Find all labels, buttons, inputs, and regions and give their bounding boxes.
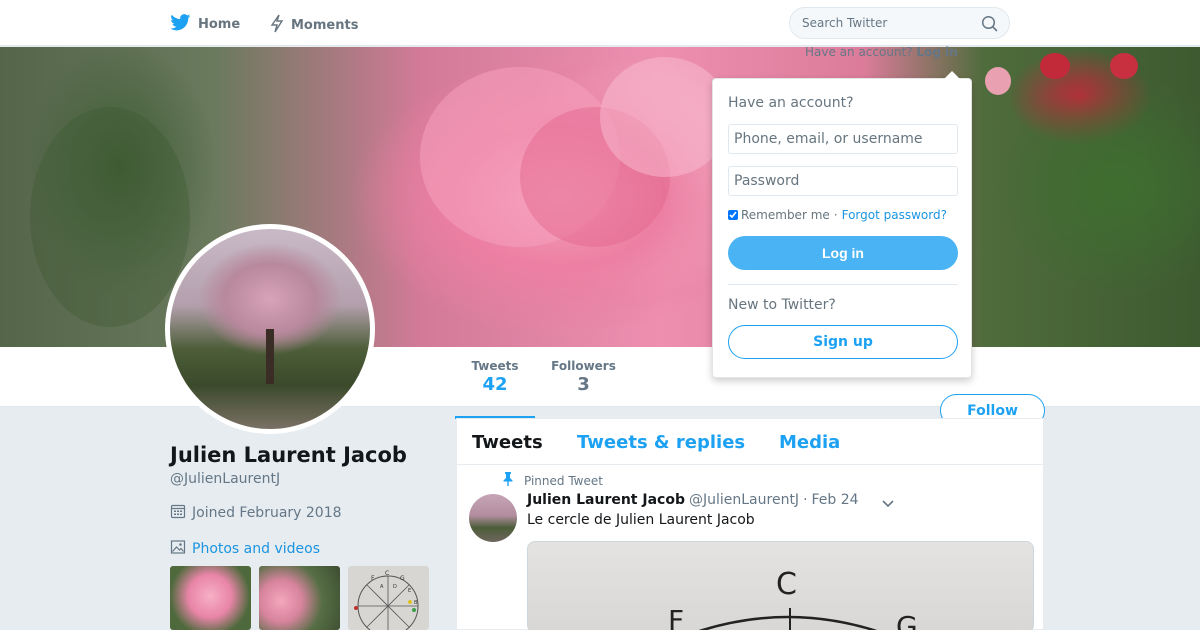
photo-thumbnail[interactable]: C F G D A E B [348,566,429,630]
photos-videos-link[interactable]: Photos and videos [170,539,320,559]
nav-moments-label: Moments [291,18,359,33]
password-field[interactable] [728,166,958,196]
nav-home-label: Home [198,17,241,32]
remember-me-label[interactable]: Remember me [741,208,830,222]
lightning-icon [270,14,284,37]
tweet-author-handle[interactable]: @JulienLaurentJ [689,492,799,508]
remember-me-row: Remember me · Forgot password? [728,208,947,222]
remember-separator: · [833,208,838,222]
top-navigation: Home Moments [0,0,1200,46]
tweet-author-name[interactable]: Julien Laurent Jacob [527,492,685,508]
media-letter: F [668,604,684,630]
login-dropdown: Have an account? Remember me · Forgot pa… [712,71,972,378]
pin-icon [502,472,514,489]
stat-tweets-value: 42 [482,374,508,395]
search-input[interactable] [802,14,972,32]
photo-thumbnail[interactable] [170,566,251,630]
login-dropdown-title: Have an account? [728,95,854,111]
stat-followers-value: 3 [577,374,590,395]
profile-handle[interactable]: @JulienLaurentJ [170,471,280,487]
thumbnail-letter: F [371,575,375,582]
forgot-password-link[interactable]: Forgot password? [842,208,947,222]
tab-tweets-replies[interactable]: Tweets & replies [577,432,745,453]
thumbnail-letter: D [393,584,397,590]
tweet-text: Le cercle de Julien Laurent Jacob [527,512,755,528]
tweet-separator: · [803,492,808,508]
media-letter: C [776,567,797,602]
media-letter: G [896,610,918,630]
profile-name[interactable]: Julien Laurent Jacob [170,443,407,467]
signup-button[interactable]: Sign up [728,325,958,359]
stat-followers-label: Followers [551,359,616,373]
tweet-media-image[interactable]: C F G [527,541,1034,630]
tweet-date[interactable]: Feb 24 [812,492,859,508]
search-icon[interactable] [981,15,998,36]
joined-date: Joined February 2018 [170,503,342,523]
thumbnail-letter: E [408,588,411,594]
tweet-header: Julien Laurent Jacob @JulienLaurentJ · F… [527,492,859,508]
photo-thumbnail[interactable] [259,566,340,630]
tab-media[interactable]: Media [779,432,840,453]
timeline-tabs: Tweets Tweets & replies Media [457,419,1045,465]
photos-videos-label: Photos and videos [192,541,321,557]
new-to-twitter-text: New to Twitter? [728,297,836,313]
username-field[interactable] [728,124,958,154]
stat-tweets-label: Tweets [471,359,519,373]
tab-tweets[interactable]: Tweets [472,432,543,453]
thumbnail-letter: A [380,584,384,590]
twitter-bird-icon [170,14,191,35]
pinned-tweet-label: Pinned Tweet [502,472,603,489]
timeline: Tweets Tweets & replies Media Pinned Twe… [456,418,1045,630]
circle-diagram-image: C F G [668,567,918,630]
stat-tweets[interactable]: Tweets 42 [455,359,535,419]
tweet-avatar[interactable] [469,494,517,542]
nav-moments[interactable]: Moments [270,14,358,37]
search-box [789,7,1010,39]
avatar-image [170,229,370,429]
dropdown-divider [728,284,958,285]
pinned-text: Pinned Tweet [524,473,603,488]
have-account-link[interactable]: Have an account? Log in [805,45,958,59]
calendar-icon [170,503,186,523]
joined-text: Joined February 2018 [192,505,342,521]
chevron-down-icon[interactable] [881,494,895,513]
profile-avatar[interactable] [165,224,375,434]
nav-home[interactable]: Home [170,14,240,35]
thumbnail-letter: C [385,570,389,577]
circle-diagram-thumbnail: C F G D A E B [354,570,419,630]
have-account-prompt: Have an account? [805,45,913,59]
remember-me-checkbox[interactable] [728,210,738,220]
thumbnail-letter: G [400,575,405,582]
login-button[interactable]: Log in [728,236,958,270]
image-icon [170,539,186,559]
header-login-link[interactable]: Log in [916,45,957,59]
thumbnail-letter: B [414,600,418,606]
stat-followers[interactable]: Followers 3 [547,359,620,395]
